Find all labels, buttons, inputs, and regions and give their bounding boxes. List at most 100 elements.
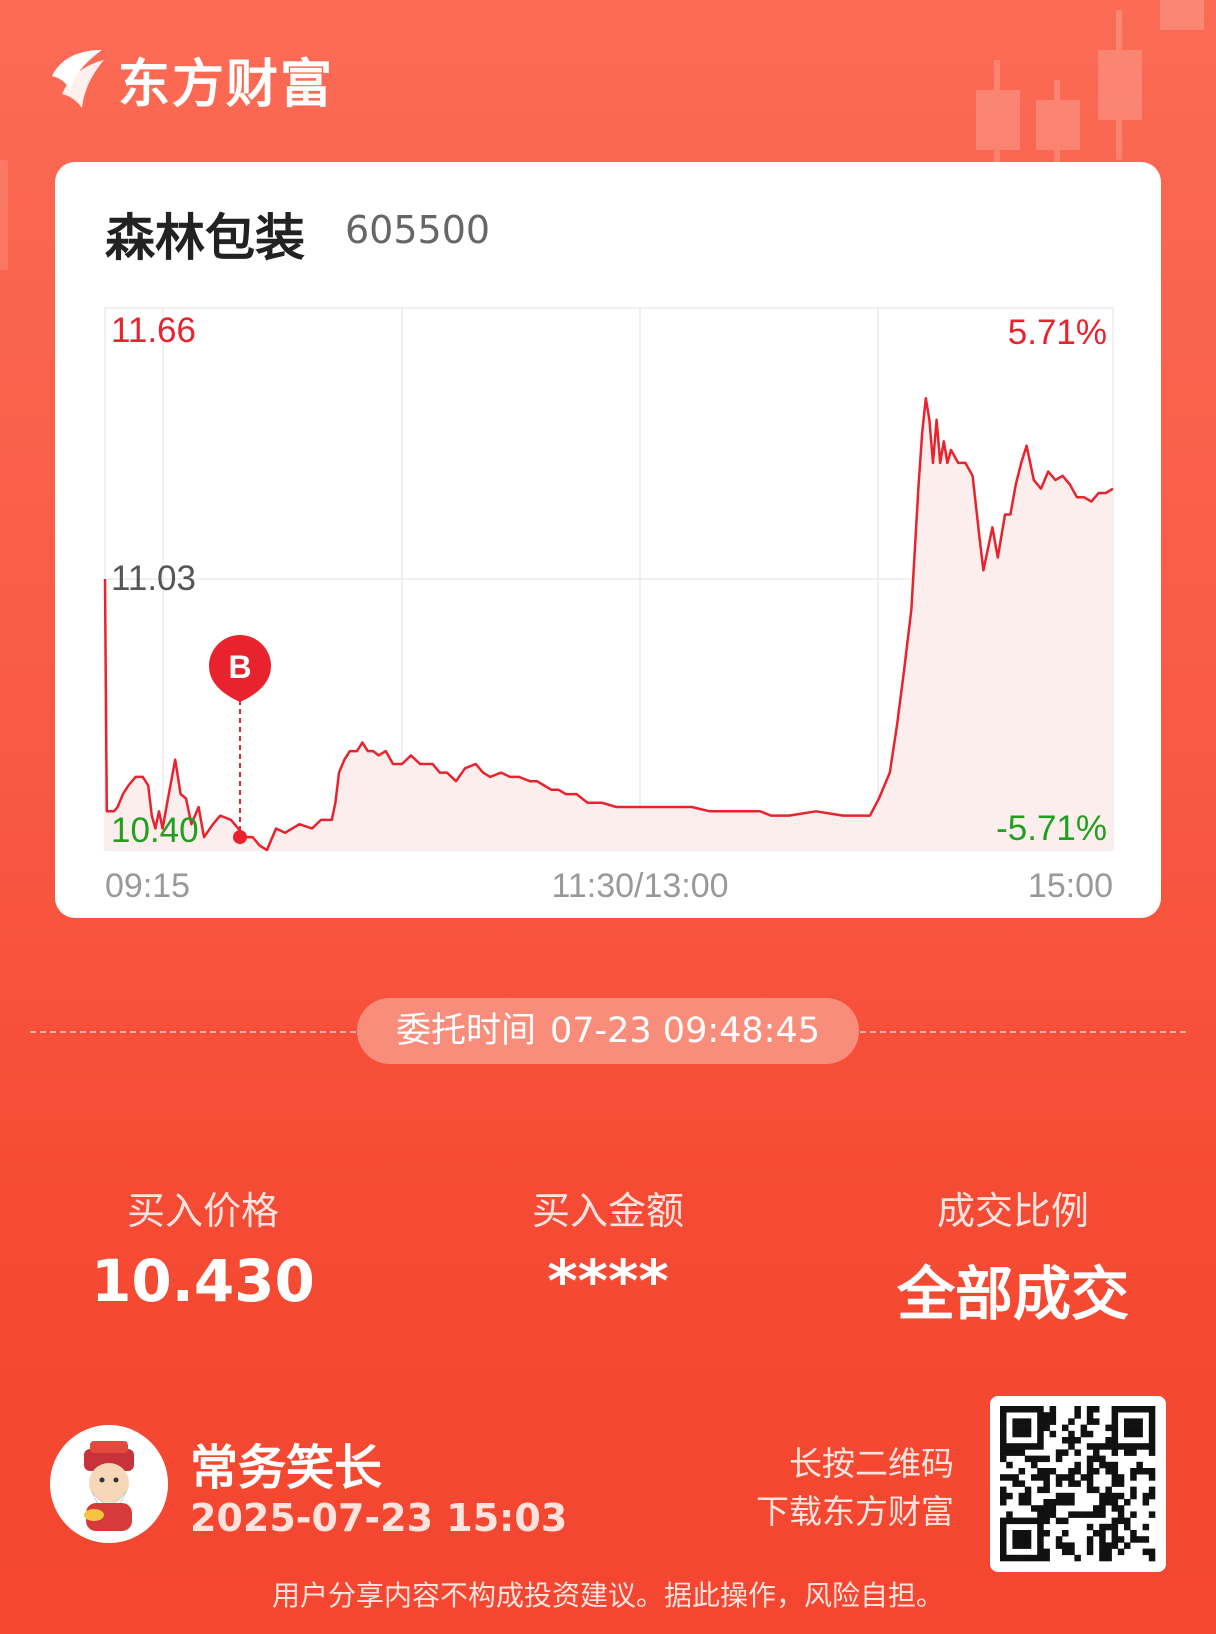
qr-module [1148, 1443, 1156, 1450]
share-timestamp: 2025-07-23 15:03 [190, 1496, 568, 1540]
stat-buy-price: 买入价格 10.430 [23, 1180, 383, 1315]
disclaimer: 用户分享内容不构成投资建议。据此操作，风险自担。 [271, 1579, 944, 1612]
qr-module [1105, 1499, 1112, 1506]
qr-module [1105, 1523, 1112, 1531]
qr-module [1074, 1437, 1081, 1444]
qr-module [1093, 1530, 1100, 1537]
qr-module [1012, 1474, 1019, 1481]
qr-module [1055, 1517, 1063, 1525]
buy-marker[interactable]: B [209, 635, 271, 845]
qr-module [1086, 1548, 1094, 1556]
qr-module [1093, 1443, 1100, 1450]
qr-module [1043, 1517, 1050, 1525]
qr-module [1080, 1424, 1088, 1432]
qr-module [1074, 1461, 1081, 1469]
qr-module [1068, 1437, 1075, 1444]
qr-module [1018, 1418, 1026, 1425]
qr-module [1012, 1480, 1019, 1487]
qr-module [1111, 1418, 1119, 1425]
qr-module [1130, 1418, 1137, 1425]
qr-code[interactable] [990, 1396, 1166, 1572]
qr-module [1068, 1418, 1075, 1425]
qr-module [1099, 1492, 1106, 1500]
qr-module [1111, 1523, 1119, 1531]
qr-module [1043, 1530, 1050, 1537]
qr-module [1074, 1468, 1081, 1475]
qr-module [1068, 1511, 1075, 1518]
qr-module [1024, 1492, 1032, 1500]
qr-module [1099, 1523, 1106, 1531]
qr-module [1024, 1406, 1032, 1413]
qr-module [1055, 1542, 1063, 1549]
qr-module [1062, 1492, 1069, 1500]
order-time-label: 委托时间 [395, 1011, 536, 1051]
qr-module [1012, 1424, 1019, 1432]
qr-module [1000, 1443, 1007, 1450]
qr-module [1136, 1468, 1143, 1475]
qr-module [1093, 1511, 1100, 1518]
qr-module [1117, 1548, 1125, 1556]
qr-module [1148, 1511, 1156, 1518]
qr-module [1148, 1406, 1156, 1413]
qr-module [1148, 1474, 1156, 1481]
qr-module [1062, 1548, 1069, 1556]
buy-marker-label: B [228, 649, 251, 685]
qr-module [1024, 1536, 1032, 1543]
qr-module [1000, 1517, 1007, 1525]
qr-module [1099, 1554, 1106, 1562]
qr-module [1018, 1542, 1026, 1549]
qr-module [1093, 1406, 1100, 1413]
qr-module [1117, 1511, 1125, 1518]
qr-module [1086, 1406, 1094, 1413]
qr-module [1012, 1406, 1019, 1413]
qr-module [1148, 1486, 1156, 1494]
qr-module [1074, 1554, 1081, 1562]
qr-module [1006, 1443, 1013, 1450]
qr-module [1099, 1542, 1106, 1549]
qr-module [1037, 1455, 1044, 1463]
qr-module [1024, 1499, 1032, 1506]
qr-module [1018, 1517, 1026, 1525]
qr-module [1055, 1536, 1063, 1543]
qr-module [1093, 1486, 1100, 1494]
qr-module [1111, 1517, 1119, 1525]
qr-module [1124, 1418, 1131, 1425]
eastmoney-logo-icon [52, 50, 104, 108]
qr-module [1142, 1492, 1150, 1500]
qr-module [1068, 1548, 1075, 1556]
qr-module [1037, 1517, 1044, 1525]
qr-module [1000, 1437, 1007, 1444]
qr-module [1111, 1406, 1119, 1413]
qr-module [1099, 1443, 1106, 1450]
qr-module [1031, 1517, 1038, 1525]
qr-module [1018, 1536, 1026, 1543]
qr-module [1074, 1480, 1081, 1487]
qr-module [1068, 1542, 1075, 1549]
qr-module [1111, 1499, 1119, 1506]
order-time-badge: 委托时间 07-23 09:48:45 [357, 998, 859, 1064]
qr-module [1111, 1536, 1119, 1543]
qr-code-icon [1000, 1406, 1156, 1562]
qr-module [1111, 1424, 1119, 1432]
qr-module [1086, 1455, 1094, 1463]
qr-module [1043, 1418, 1050, 1425]
qr-module [1093, 1455, 1100, 1463]
qr-module [1142, 1499, 1150, 1506]
qr-module [1086, 1486, 1094, 1494]
qr-module [1031, 1406, 1038, 1413]
qr-module [1006, 1492, 1013, 1500]
qr-module [1043, 1474, 1050, 1481]
qr-module [1074, 1406, 1081, 1413]
qr-module [1062, 1424, 1069, 1432]
qr-module [1105, 1437, 1112, 1444]
qr-module [1105, 1554, 1112, 1562]
qr-module [1111, 1430, 1119, 1438]
qr-module [1086, 1536, 1094, 1543]
stat-fill-ratio: 成交比例 全部成交 [833, 1180, 1193, 1331]
qr-module [1105, 1468, 1112, 1475]
qr-module [1012, 1443, 1019, 1450]
qr-module [1124, 1523, 1131, 1531]
avatar[interactable] [50, 1425, 168, 1543]
qr-module [1148, 1430, 1156, 1438]
qr-module [1024, 1424, 1032, 1432]
